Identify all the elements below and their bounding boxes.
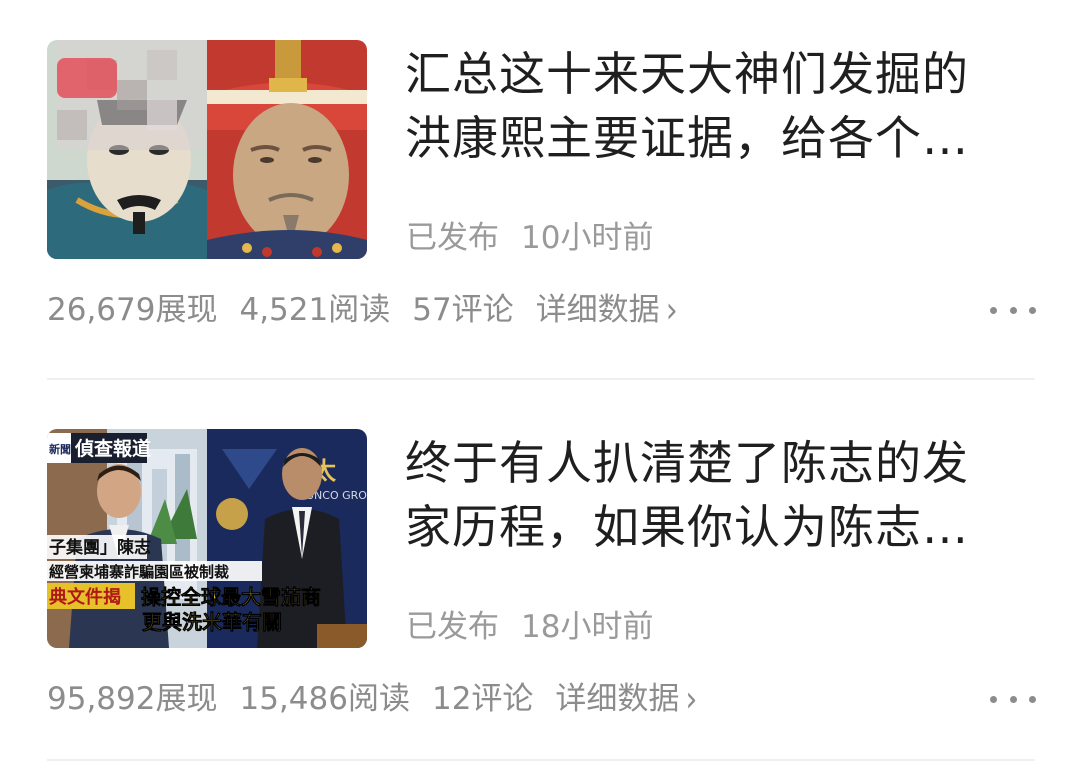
publish-time: 10小时前 bbox=[521, 220, 654, 256]
thumb-line1: 子集團」陳志 bbox=[49, 537, 151, 558]
detail-data-label: 详细数据 bbox=[555, 681, 680, 717]
reads-count: 15,486阅读 bbox=[239, 681, 410, 717]
comments-count[interactable]: 12评论 bbox=[432, 681, 533, 717]
reads-count: 4,521阅读 bbox=[239, 292, 391, 328]
divider bbox=[47, 759, 1035, 761]
portrait-image bbox=[47, 40, 367, 259]
article-thumbnail[interactable]: 太 SUNCO GROUP 新聞 偵查報道 子集團」陳志 經營柬埔寨詐騙園區被制… bbox=[47, 429, 367, 648]
article-thumbnail[interactable] bbox=[47, 40, 367, 259]
publish-time: 18小时前 bbox=[521, 609, 654, 645]
thumb-headline1: 操控全球最大雪茄商 bbox=[141, 585, 321, 609]
thumb-program: 偵查報道 bbox=[74, 437, 151, 460]
chevron-right-icon: › bbox=[685, 678, 698, 721]
impressions-count: 95,892展现 bbox=[47, 681, 218, 717]
more-horizontal-icon[interactable] bbox=[990, 685, 1036, 713]
chevron-right-icon: › bbox=[665, 289, 678, 332]
publish-status: 已发布 18小时前 bbox=[406, 607, 653, 647]
thumb-headline2: 更與洗米華有關 bbox=[142, 610, 282, 634]
status-label: 已发布 bbox=[406, 220, 499, 256]
article-stats: 95,892展现 15,486阅读 12评论 详细数据 › bbox=[47, 678, 697, 720]
impressions-count: 26,679展现 bbox=[47, 292, 218, 328]
comments-count[interactable]: 57评论 bbox=[412, 292, 513, 328]
thumb-line2: 經營柬埔寨詐騙園區被制裁 bbox=[49, 563, 229, 581]
detail-data-link[interactable]: 详细数据 › bbox=[535, 289, 678, 331]
more-horizontal-icon[interactable] bbox=[990, 296, 1036, 324]
news-image: 太 SUNCO GROUP 新聞 偵查報道 子集團」陳志 經營柬埔寨詐騙園區被制… bbox=[47, 429, 367, 648]
thumb-badge: 典文件揭 bbox=[49, 586, 121, 608]
article-title[interactable]: 终于有人扒清楚了陈志的发家历程，如果你认为陈志… bbox=[405, 431, 1005, 559]
divider bbox=[47, 378, 1035, 380]
detail-data-label: 详细数据 bbox=[535, 292, 660, 328]
status-label: 已发布 bbox=[406, 609, 499, 645]
thumb-tag: 新聞 bbox=[49, 442, 71, 456]
article-title[interactable]: 汇总这十来天大神们发掘的洪康熙主要证据，给各个… bbox=[405, 42, 1005, 170]
article-stats: 26,679展现 4,521阅读 57评论 详细数据 › bbox=[47, 289, 678, 331]
detail-data-link[interactable]: 详细数据 › bbox=[555, 678, 697, 720]
publish-status: 已发布 10小时前 bbox=[406, 218, 653, 258]
